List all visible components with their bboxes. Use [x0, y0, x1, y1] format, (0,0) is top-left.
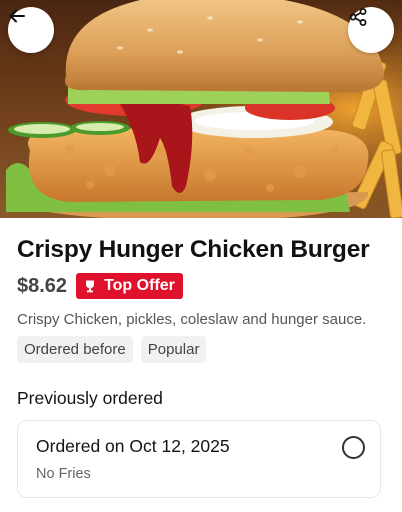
radio-icon[interactable]	[342, 436, 365, 459]
product-title: Crispy Hunger Chicken Burger	[17, 236, 370, 263]
product-price: $8.62	[17, 274, 68, 297]
order-date: Ordered on Oct 12, 2025	[36, 436, 230, 456]
product-hero-image	[0, 0, 402, 218]
order-note: No Fries	[36, 466, 91, 482]
price-row: $8.62 Top Offer	[17, 273, 183, 299]
share-button[interactable]	[348, 7, 394, 53]
previous-order-card[interactable]: Ordered on Oct 12, 2025 No Fries	[17, 420, 381, 498]
previously-ordered-heading: Previously ordered	[17, 388, 163, 408]
badge-label: Top Offer	[104, 277, 175, 294]
product-description: Crispy Chicken, pickles, coleslaw and hu…	[17, 311, 367, 328]
top-offer-badge: Top Offer	[76, 273, 183, 299]
share-icon	[349, 8, 367, 26]
product-tags: Ordered before Popular	[17, 336, 207, 363]
arrow-left-icon	[9, 9, 25, 23]
tag-ordered-before: Ordered before	[17, 336, 133, 363]
back-button[interactable]	[8, 7, 54, 53]
tag-popular: Popular	[140, 336, 207, 363]
burger-illustration	[0, 0, 402, 218]
trophy-icon	[83, 279, 97, 293]
